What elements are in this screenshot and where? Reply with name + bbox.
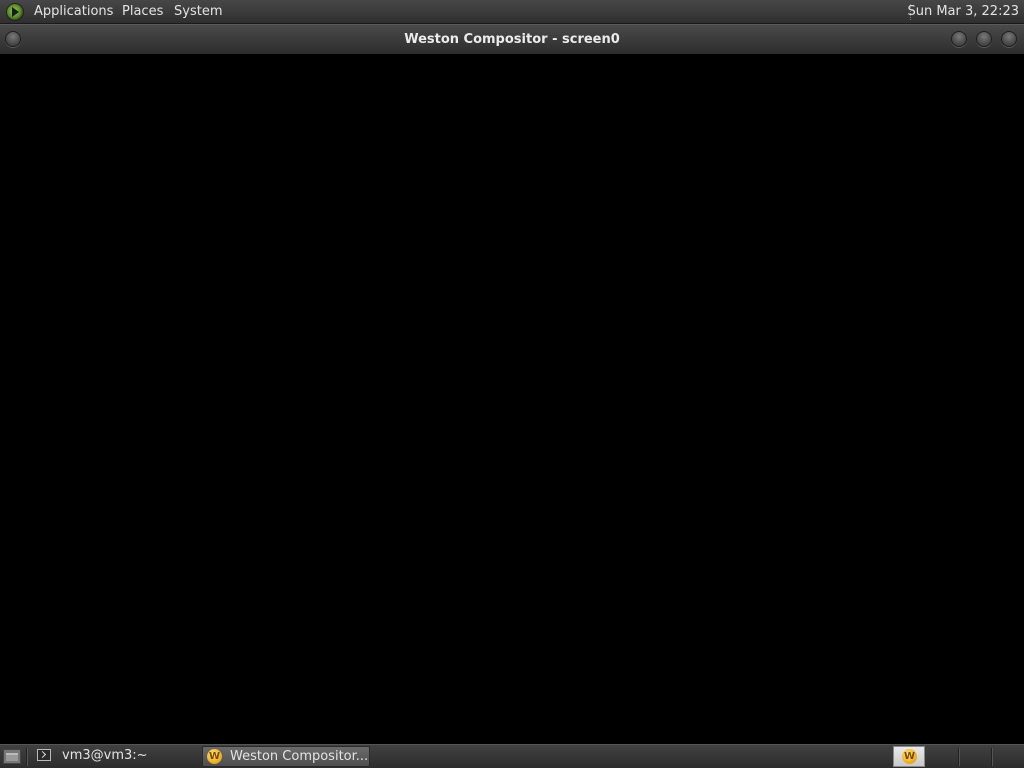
task-weston[interactable]: W Weston Compositor... bbox=[202, 746, 370, 767]
system-menu[interactable]: System bbox=[174, 4, 222, 19]
clock[interactable]: Sun Mar 3, 22:23 bbox=[907, 4, 1019, 19]
maximize-button[interactable] bbox=[976, 31, 992, 47]
workspace-1[interactable]: W bbox=[893, 746, 925, 767]
bottom-panel: vm3@vm3:~ W Weston Compositor... W bbox=[0, 744, 1024, 768]
places-menu[interactable]: Places bbox=[122, 4, 163, 19]
weston-icon: W bbox=[902, 749, 917, 764]
applications-menu[interactable]: Applications bbox=[34, 4, 113, 19]
task-label: vm3@vm3:~ bbox=[62, 748, 148, 763]
task-label: Weston Compositor... bbox=[230, 749, 369, 764]
top-panel: Applications Places System Sun Mar 3, 22… bbox=[0, 0, 1024, 24]
workspace-3[interactable] bbox=[960, 746, 990, 767]
task-terminal[interactable]: vm3@vm3:~ bbox=[33, 746, 199, 767]
menu-logo-icon[interactable] bbox=[6, 3, 24, 21]
show-desktop-icon[interactable] bbox=[3, 749, 21, 764]
workspace-4[interactable] bbox=[993, 746, 1023, 767]
weston-icon: W bbox=[207, 749, 222, 764]
minimize-button[interactable] bbox=[951, 31, 967, 47]
weston-output-area[interactable] bbox=[0, 54, 1024, 744]
close-button[interactable] bbox=[1001, 31, 1017, 47]
window-titlebar[interactable]: Weston Compositor - screen0 bbox=[0, 24, 1024, 54]
panel-separator bbox=[26, 748, 28, 766]
window-title: Weston Compositor - screen0 bbox=[404, 32, 620, 47]
terminal-icon bbox=[37, 749, 51, 761]
workspace-2[interactable] bbox=[926, 746, 958, 767]
